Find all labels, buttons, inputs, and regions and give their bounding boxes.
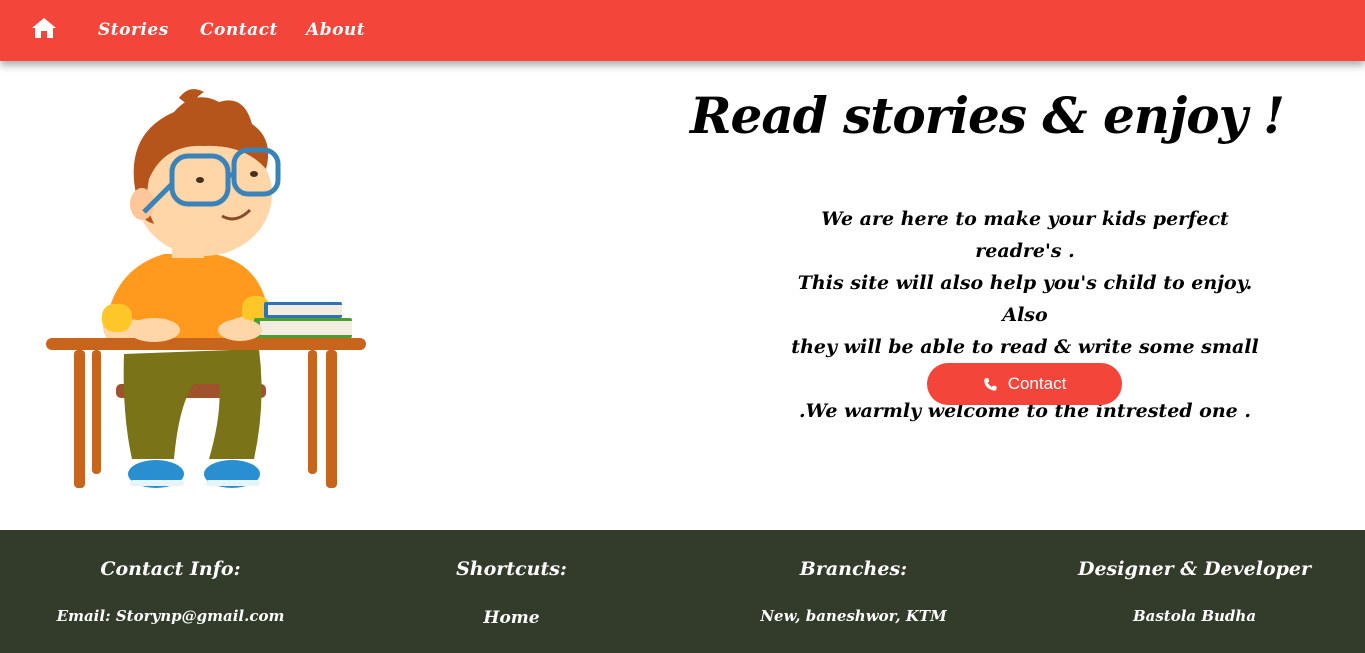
footer-link-home[interactable]: Home [341, 608, 682, 628]
footer-shortcuts: Shortcuts: Home [341, 530, 682, 653]
nav-link-contact[interactable]: Contact [200, 20, 278, 40]
reading-boy-illustration [46, 89, 366, 488]
footer-contact-title: Contact Info: [100, 558, 241, 580]
footer-branches: Branches: New, baneshwor, KTM [683, 530, 1024, 653]
footer-designer-name: Bastola Budha [1132, 607, 1257, 625]
contact-button-label: Contact [1007, 374, 1067, 393]
hero-title: Read stories & enjoy ! [690, 86, 1285, 145]
contact-button[interactable]: Contact [927, 363, 1122, 405]
nav-link-stories[interactable]: Stories [98, 20, 169, 40]
home-icon[interactable] [31, 17, 57, 39]
footer: Contact Info: Email: Storynp@gmail.com S… [0, 530, 1365, 653]
footer-branch-address: New, baneshwor, KTM [760, 607, 947, 625]
footer-designer-title: Designer & Developer [1077, 558, 1312, 580]
footer-shortcuts-title: Shortcuts: [456, 558, 567, 580]
phone-icon [983, 377, 997, 391]
footer-email: Email: Storynp@gmail.com [56, 607, 285, 625]
hero-paragraph-line: We are here to make your kids perfect re… [821, 208, 1229, 262]
footer-designer: Designer & Developer Bastola Budha [1024, 530, 1365, 653]
hero-paragraph-line: This site will also help you's child to … [797, 272, 1253, 326]
footer-branches-title: Branches: [799, 558, 908, 580]
navbar: Stories Contact About [0, 0, 1365, 61]
nav-link-about[interactable]: About [306, 20, 365, 40]
footer-contact-info: Contact Info: Email: Storynp@gmail.com [0, 530, 341, 653]
